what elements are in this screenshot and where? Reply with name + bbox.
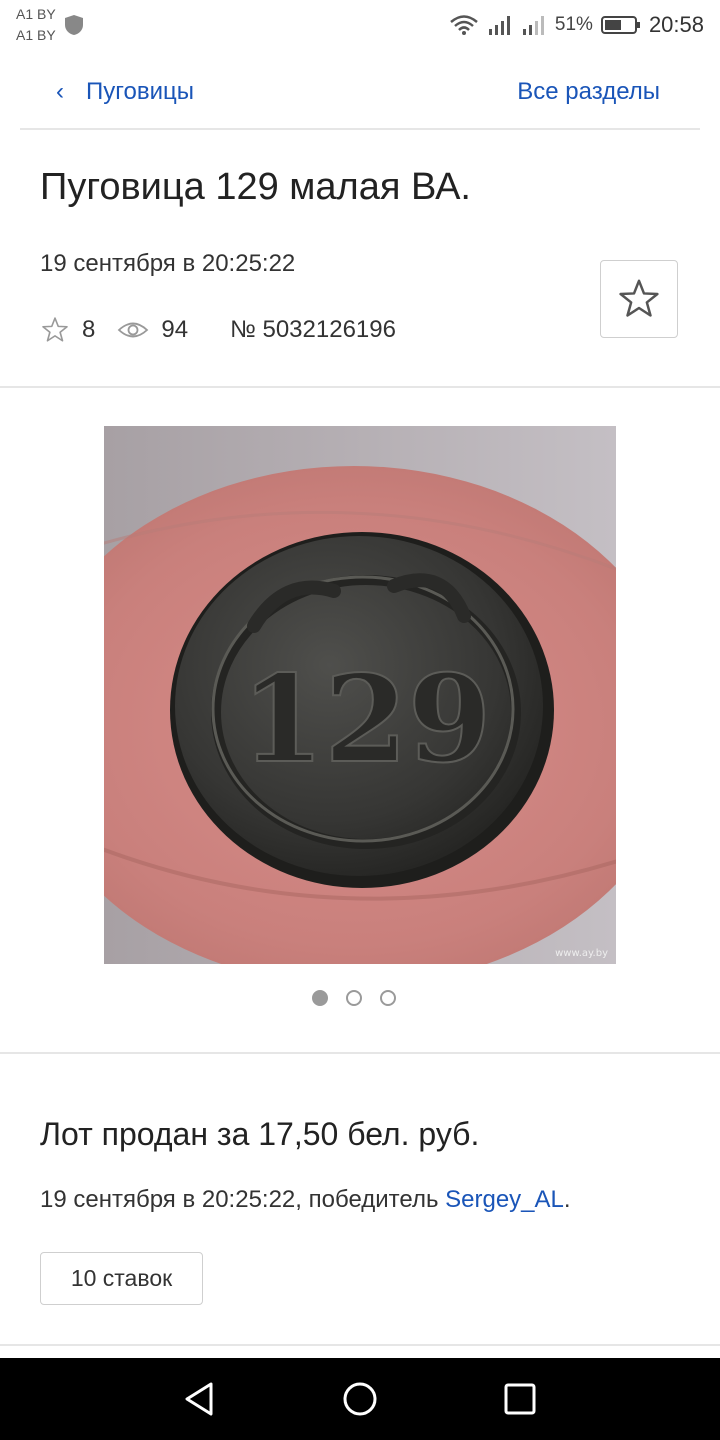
battery-percent: 51% xyxy=(554,14,593,35)
wifi-icon xyxy=(450,15,478,35)
lot-title: Пуговица 129 малая ВА. xyxy=(40,166,471,208)
all-sections-link[interactable]: Все разделы xyxy=(517,78,660,106)
gallery-dot[interactable] xyxy=(312,990,328,1006)
gallery-pagination xyxy=(312,990,396,1006)
views-count: 94 xyxy=(161,316,189,343)
back-link-label: Пуговицы xyxy=(86,78,194,105)
lot-photo[interactable]: 129 www.ay.by xyxy=(104,426,616,964)
divider xyxy=(0,386,720,388)
recents-square-icon[interactable] xyxy=(499,1378,541,1420)
button-photo: 129 www.ay.by xyxy=(104,426,616,964)
star-outline-icon xyxy=(619,279,659,317)
gallery-dot[interactable] xyxy=(380,990,396,1006)
star-outline-icon xyxy=(42,317,68,342)
views-counter: 94 xyxy=(117,316,188,344)
back-link[interactable]: ‹ Пуговицы xyxy=(56,78,194,106)
carrier-label: A1 BY xyxy=(16,6,56,22)
top-navigation: ‹ Пуговицы Все разделы xyxy=(20,60,700,130)
system-navigation-bar xyxy=(0,1358,720,1440)
gallery-dot[interactable] xyxy=(346,990,362,1006)
winner-link[interactable]: Sergey_AL xyxy=(445,1186,564,1213)
sold-status: Лот продан за 17,50 бел. руб. xyxy=(40,1116,480,1152)
favorite-button[interactable] xyxy=(600,260,678,338)
bids-button[interactable]: 10 ставок xyxy=(40,1252,203,1305)
battery-icon xyxy=(600,16,640,34)
coin-engraving: 129 xyxy=(241,649,492,790)
status-bar: A1 BY A1 BY 51% 20:58 xyxy=(0,0,720,52)
watermark: www.ay.by xyxy=(555,948,608,959)
back-triangle-icon[interactable] xyxy=(179,1378,221,1420)
clock: 20:58 xyxy=(648,12,704,37)
divider xyxy=(0,1344,720,1346)
sold-info: 19 сентября в 20:25:22, победитель Serge… xyxy=(40,1186,571,1214)
lot-date: 19 сентября в 20:25:22 xyxy=(40,250,296,277)
shield-icon xyxy=(65,15,83,35)
carrier-label: A1 BY xyxy=(16,27,56,43)
home-circle-icon[interactable] xyxy=(339,1378,381,1420)
favorites-count: 8 xyxy=(82,316,96,343)
favorites-counter: 8 xyxy=(40,315,95,345)
lot-meta: 8 94 № 5032126196 xyxy=(40,312,396,348)
divider xyxy=(0,1052,720,1054)
sold-date: 19 сентября в 20:25:22, победитель xyxy=(40,1186,446,1213)
eye-icon xyxy=(118,322,149,338)
lot-number: № 5032126196 xyxy=(230,316,396,343)
sold-info-suffix: . xyxy=(563,1186,571,1213)
chevron-left-icon: ‹ xyxy=(56,78,64,105)
signal-icon xyxy=(488,16,510,35)
signal-icon xyxy=(522,16,544,35)
